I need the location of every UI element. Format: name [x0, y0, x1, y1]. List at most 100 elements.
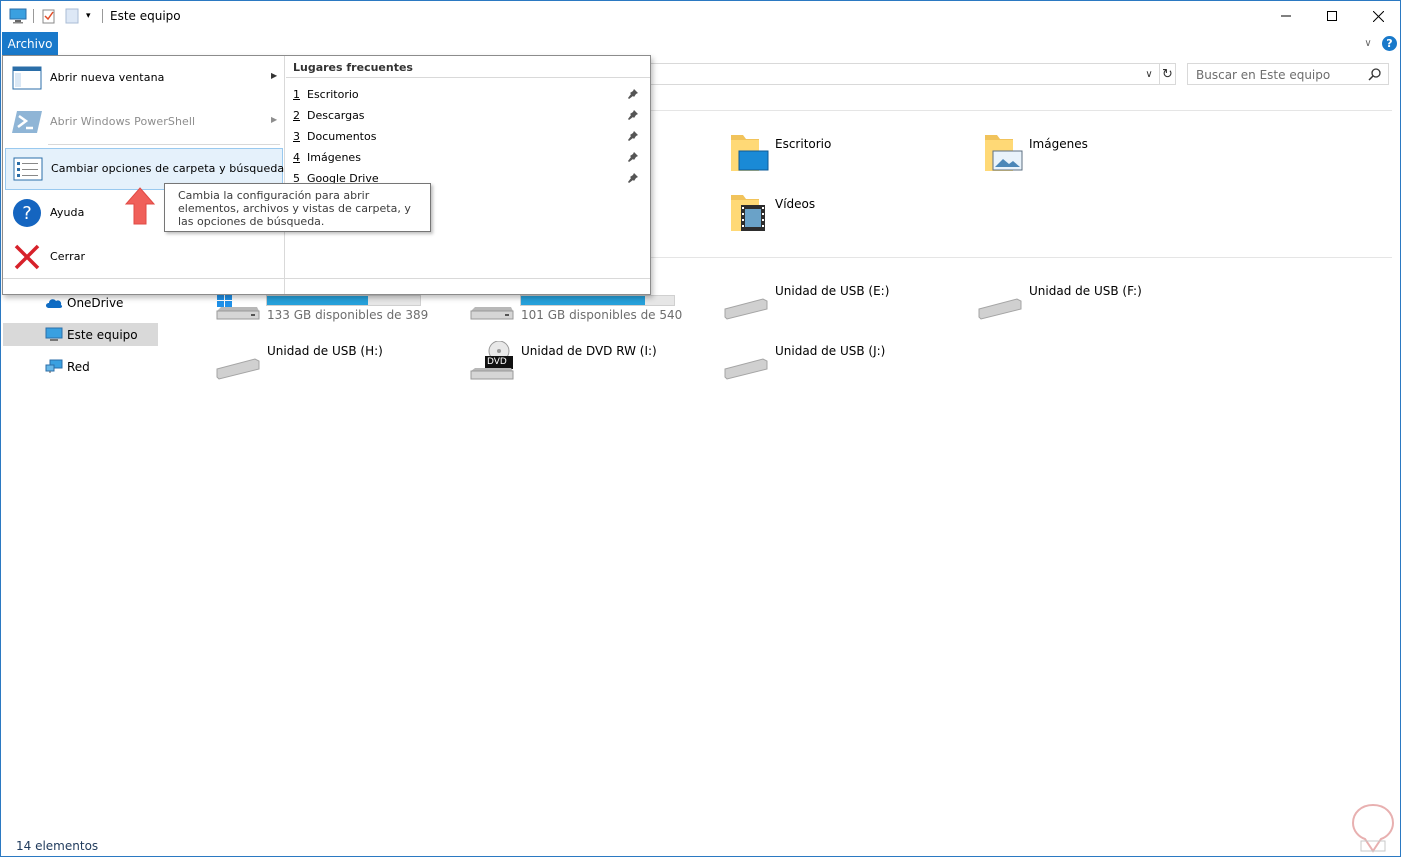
drive-c[interactable]: 133 GB disponibles de 389: [215, 289, 455, 329]
folder-options-icon: [12, 153, 44, 185]
powershell-icon: [11, 106, 43, 138]
folder-options-tooltip: Cambia la configuración para abrir eleme…: [164, 183, 431, 232]
qa-dropdown-icon[interactable]: ▾: [86, 7, 91, 25]
pictures-folder-icon: [985, 135, 1023, 171]
folder-escritorio[interactable]: Escritorio: [729, 131, 969, 179]
group-divider: [651, 110, 1392, 111]
folder-label: Escritorio: [775, 137, 832, 151]
desktop-folder-icon: [731, 135, 769, 171]
usb-drive-icon: [216, 358, 260, 380]
drive-usb-e[interactable]: Unidad de USB (E:): [723, 283, 963, 323]
window-title: Este equipo: [110, 9, 181, 23]
folder-label: Vídeos: [775, 197, 816, 211]
network-icon: [45, 359, 63, 375]
menu-item-label: Ayuda: [50, 206, 85, 219]
ribbon-expand-chevron-icon[interactable]: ∨: [1361, 36, 1375, 50]
help-icon: ?: [11, 197, 43, 229]
refresh-icon[interactable]: ↻: [1159, 64, 1175, 84]
drive-usage-fill: [521, 296, 645, 305]
file-menu-footer-divider: [3, 278, 650, 279]
drive-label: Unidad de DVD RW (I:): [521, 344, 657, 358]
nav-item-red[interactable]: Red: [3, 355, 158, 378]
title-bar: ▾ Este equipo: [1, 1, 1400, 31]
windows-drive-icon: [216, 294, 260, 320]
frequent-item-label: Escritorio: [307, 87, 359, 101]
explorer-window: ▾ Este equipo Archivo ∨ ? ∨ ↻ Buscar en …: [0, 0, 1401, 857]
frequent-item[interactable]: 2 Descargas: [293, 105, 643, 125]
computer-icon[interactable]: [9, 7, 27, 25]
drive-usage-bar: [266, 295, 421, 306]
onedrive-icon: [45, 295, 63, 311]
frequent-item-label: Documentos: [307, 129, 377, 143]
tab-archivo[interactable]: Archivo: [2, 32, 58, 55]
pin-icon[interactable]: [627, 151, 639, 163]
minimize-button[interactable]: [1263, 1, 1309, 31]
frequent-item[interactable]: 4 Imágenes: [293, 147, 643, 167]
search-icon: [1368, 68, 1381, 81]
pin-icon[interactable]: [627, 172, 639, 184]
drive-free-space: 133 GB disponibles de 389: [267, 308, 429, 322]
properties-icon[interactable]: [41, 7, 57, 25]
close-icon: [1372, 10, 1384, 22]
close-button[interactable]: [1355, 1, 1401, 31]
ribbon-tab-row: Archivo: [1, 32, 1400, 56]
group-divider: [651, 257, 1392, 258]
file-menu-commands: Abrir nueva ventana ▶ Abrir Windows Powe…: [3, 56, 285, 294]
minimize-icon: [1281, 15, 1291, 17]
hard-drive-icon: [470, 307, 514, 320]
file-menu: Abrir nueva ventana ▶ Abrir Windows Powe…: [2, 55, 651, 295]
frequent-item[interactable]: 1 Escritorio: [293, 84, 643, 104]
submenu-arrow-icon: ▶: [271, 71, 278, 80]
drive-usage-bar: [520, 295, 675, 306]
new-folder-icon[interactable]: [65, 7, 79, 25]
drive-usb-f[interactable]: Unidad de USB (F:): [977, 283, 1217, 323]
usb-drive-icon: [978, 298, 1022, 320]
help-button[interactable]: ?: [1382, 36, 1397, 51]
drive-d[interactable]: 101 GB disponibles de 540: [469, 289, 709, 329]
dvd-badge: DVD: [487, 357, 507, 367]
pin-icon[interactable]: [627, 88, 639, 100]
menu-item-label: Cambiar opciones de carpeta y búsqueda: [51, 162, 285, 175]
folder-imagenes[interactable]: Imágenes: [983, 131, 1223, 179]
qa-separator: [102, 9, 103, 23]
maximize-button[interactable]: [1309, 1, 1355, 31]
drive-label: Unidad de USB (F:): [1029, 284, 1142, 298]
frequent-item-number: 4: [293, 150, 300, 164]
watermark-logo: [1351, 803, 1395, 853]
status-item-count: 14 elementos: [16, 839, 99, 853]
menu-item-label: Abrir Windows PowerShell: [50, 115, 196, 128]
menu-item-powershell[interactable]: Abrir Windows PowerShell ▶: [5, 101, 283, 143]
pin-icon[interactable]: [627, 130, 639, 142]
close-x-icon: [11, 241, 43, 273]
drive-dvd-i[interactable]: DVD Unidad de DVD RW (I:): [469, 341, 709, 383]
computer-icon: [45, 327, 63, 343]
nav-label: Red: [67, 359, 90, 374]
nav-label: Este equipo: [67, 327, 138, 342]
frequent-places-divider: [286, 77, 650, 78]
frequent-item-number: 2: [293, 108, 300, 122]
pin-icon[interactable]: [627, 109, 639, 121]
menu-item-close[interactable]: Cerrar: [5, 236, 283, 278]
address-history-chevron-icon[interactable]: ∨: [1142, 66, 1156, 82]
frequent-item-number: 3: [293, 129, 300, 143]
frequent-item-label: Imágenes: [307, 150, 361, 164]
search-placeholder: Buscar en Este equipo: [1196, 68, 1331, 82]
drive-usb-h[interactable]: Unidad de USB (H:): [215, 343, 455, 383]
window-icon: [11, 62, 43, 94]
svg-text:?: ?: [22, 203, 32, 224]
frequent-places-panel: Lugares frecuentes 1 Escritorio 2 Descar…: [286, 56, 650, 278]
menu-item-label: Cerrar: [50, 250, 86, 263]
folder-videos[interactable]: Vídeos: [729, 191, 969, 239]
videos-folder-icon: [731, 195, 765, 231]
drive-label: Unidad de USB (E:): [775, 284, 890, 298]
address-bar[interactable]: [641, 63, 1176, 85]
usb-drive-icon: [724, 298, 768, 320]
drive-label: Unidad de USB (J:): [775, 344, 886, 358]
drive-label: Unidad de USB (H:): [267, 344, 383, 358]
drive-usb-j[interactable]: Unidad de USB (J:): [723, 343, 963, 383]
nav-item-este-equipo[interactable]: Este equipo: [3, 323, 158, 346]
frequent-item-number: 1: [293, 87, 300, 101]
frequent-item[interactable]: 3 Documentos: [293, 126, 643, 146]
search-input[interactable]: Buscar en Este equipo: [1187, 63, 1389, 85]
menu-item-new-window[interactable]: Abrir nueva ventana ▶: [5, 57, 283, 99]
